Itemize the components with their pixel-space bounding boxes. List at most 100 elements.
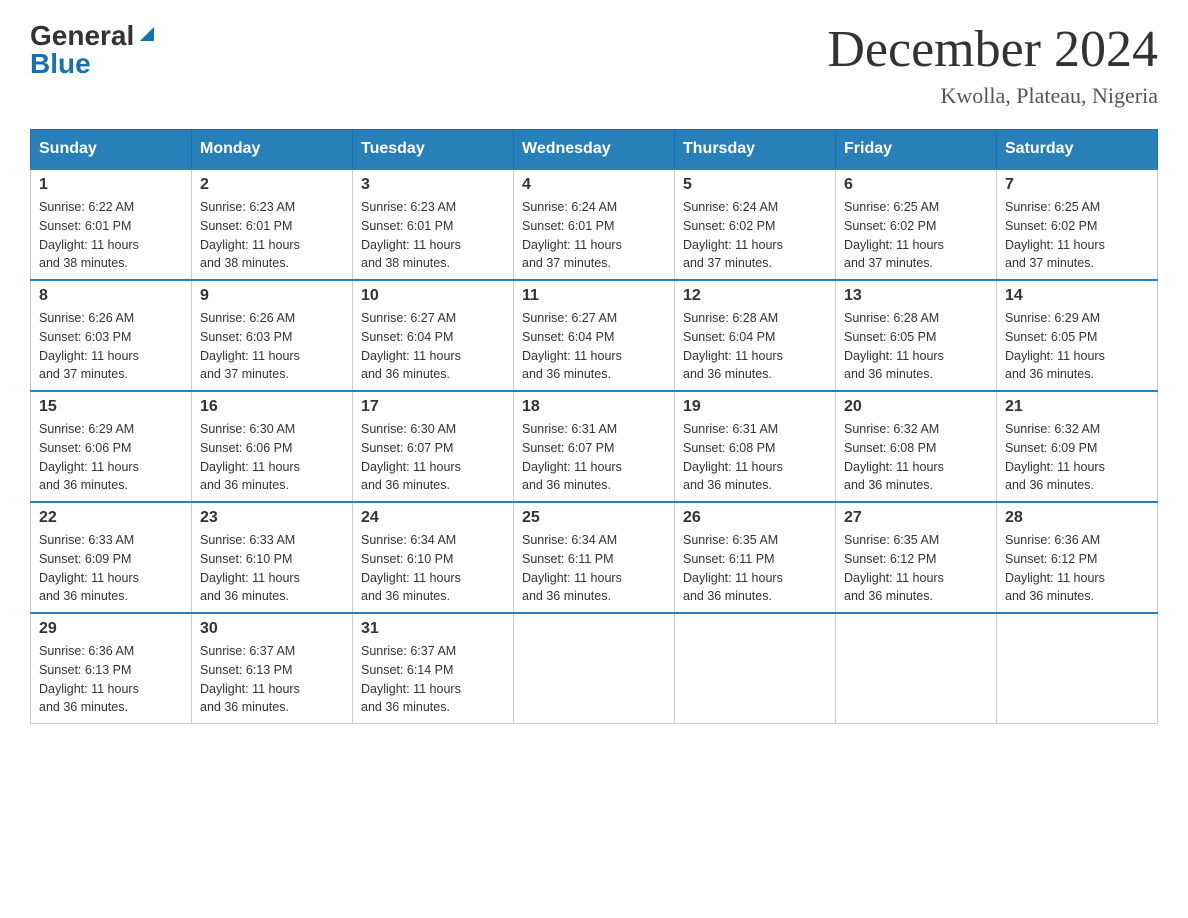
calendar-cell: 30 Sunrise: 6:37 AM Sunset: 6:13 PM Dayl… [192,613,353,724]
day-info: Sunrise: 6:24 AM Sunset: 6:02 PM Dayligh… [683,198,827,273]
day-number: 17 [361,398,505,416]
day-number: 27 [844,509,988,527]
day-info: Sunrise: 6:28 AM Sunset: 6:05 PM Dayligh… [844,309,988,384]
title-block: December 2024 Kwolla, Plateau, Nigeria [827,20,1158,109]
calendar-cell: 27 Sunrise: 6:35 AM Sunset: 6:12 PM Dayl… [836,502,997,613]
day-info: Sunrise: 6:33 AM Sunset: 6:09 PM Dayligh… [39,531,183,606]
day-number: 22 [39,509,183,527]
calendar-cell: 1 Sunrise: 6:22 AM Sunset: 6:01 PM Dayli… [31,169,192,280]
day-info: Sunrise: 6:24 AM Sunset: 6:01 PM Dayligh… [522,198,666,273]
day-number: 20 [844,398,988,416]
calendar-header-row: SundayMondayTuesdayWednesdayThursdayFrid… [31,130,1158,170]
day-info: Sunrise: 6:27 AM Sunset: 6:04 PM Dayligh… [361,309,505,384]
day-number: 10 [361,287,505,305]
calendar-cell: 17 Sunrise: 6:30 AM Sunset: 6:07 PM Dayl… [353,391,514,502]
day-number: 14 [1005,287,1149,305]
calendar-week-row: 22 Sunrise: 6:33 AM Sunset: 6:09 PM Dayl… [31,502,1158,613]
day-number: 2 [200,176,344,194]
day-info: Sunrise: 6:29 AM Sunset: 6:06 PM Dayligh… [39,420,183,495]
day-info: Sunrise: 6:27 AM Sunset: 6:04 PM Dayligh… [522,309,666,384]
day-number: 28 [1005,509,1149,527]
calendar-header-tuesday: Tuesday [353,130,514,170]
calendar-cell: 19 Sunrise: 6:31 AM Sunset: 6:08 PM Dayl… [675,391,836,502]
day-info: Sunrise: 6:26 AM Sunset: 6:03 PM Dayligh… [200,309,344,384]
logo-blue: Blue [30,48,91,80]
day-info: Sunrise: 6:25 AM Sunset: 6:02 PM Dayligh… [844,198,988,273]
day-number: 24 [361,509,505,527]
day-number: 9 [200,287,344,305]
calendar-week-row: 29 Sunrise: 6:36 AM Sunset: 6:13 PM Dayl… [31,613,1158,724]
day-info: Sunrise: 6:34 AM Sunset: 6:11 PM Dayligh… [522,531,666,606]
calendar-cell: 3 Sunrise: 6:23 AM Sunset: 6:01 PM Dayli… [353,169,514,280]
calendar-cell: 29 Sunrise: 6:36 AM Sunset: 6:13 PM Dayl… [31,613,192,724]
day-number: 3 [361,176,505,194]
calendar-cell: 21 Sunrise: 6:32 AM Sunset: 6:09 PM Dayl… [997,391,1158,502]
calendar-header-wednesday: Wednesday [514,130,675,170]
calendar-week-row: 8 Sunrise: 6:26 AM Sunset: 6:03 PM Dayli… [31,280,1158,391]
calendar-cell: 12 Sunrise: 6:28 AM Sunset: 6:04 PM Dayl… [675,280,836,391]
calendar-cell: 26 Sunrise: 6:35 AM Sunset: 6:11 PM Dayl… [675,502,836,613]
day-number: 26 [683,509,827,527]
calendar-cell: 2 Sunrise: 6:23 AM Sunset: 6:01 PM Dayli… [192,169,353,280]
day-number: 1 [39,176,183,194]
logo-triangle-icon [136,23,158,45]
calendar-cell: 23 Sunrise: 6:33 AM Sunset: 6:10 PM Dayl… [192,502,353,613]
calendar-cell [514,613,675,724]
day-info: Sunrise: 6:35 AM Sunset: 6:12 PM Dayligh… [844,531,988,606]
day-number: 30 [200,620,344,638]
calendar-header-monday: Monday [192,130,353,170]
calendar-cell: 25 Sunrise: 6:34 AM Sunset: 6:11 PM Dayl… [514,502,675,613]
day-number: 18 [522,398,666,416]
day-number: 12 [683,287,827,305]
day-number: 8 [39,287,183,305]
day-info: Sunrise: 6:26 AM Sunset: 6:03 PM Dayligh… [39,309,183,384]
calendar-cell: 18 Sunrise: 6:31 AM Sunset: 6:07 PM Dayl… [514,391,675,502]
day-number: 21 [1005,398,1149,416]
calendar-cell: 20 Sunrise: 6:32 AM Sunset: 6:08 PM Dayl… [836,391,997,502]
calendar-header-sunday: Sunday [31,130,192,170]
calendar-cell: 24 Sunrise: 6:34 AM Sunset: 6:10 PM Dayl… [353,502,514,613]
day-number: 29 [39,620,183,638]
calendar-cell: 22 Sunrise: 6:33 AM Sunset: 6:09 PM Dayl… [31,502,192,613]
day-info: Sunrise: 6:30 AM Sunset: 6:06 PM Dayligh… [200,420,344,495]
month-title: December 2024 [827,20,1158,79]
day-number: 19 [683,398,827,416]
location: Kwolla, Plateau, Nigeria [827,83,1158,109]
calendar-cell: 31 Sunrise: 6:37 AM Sunset: 6:14 PM Dayl… [353,613,514,724]
calendar-cell: 15 Sunrise: 6:29 AM Sunset: 6:06 PM Dayl… [31,391,192,502]
calendar-cell: 6 Sunrise: 6:25 AM Sunset: 6:02 PM Dayli… [836,169,997,280]
day-info: Sunrise: 6:36 AM Sunset: 6:13 PM Dayligh… [39,642,183,717]
logo: General Blue [30,20,158,80]
calendar-table: SundayMondayTuesdayWednesdayThursdayFrid… [30,129,1158,724]
calendar-cell: 4 Sunrise: 6:24 AM Sunset: 6:01 PM Dayli… [514,169,675,280]
day-number: 11 [522,287,666,305]
day-info: Sunrise: 6:36 AM Sunset: 6:12 PM Dayligh… [1005,531,1149,606]
calendar-cell: 10 Sunrise: 6:27 AM Sunset: 6:04 PM Dayl… [353,280,514,391]
page-header: General Blue December 2024 Kwolla, Plate… [30,20,1158,109]
calendar-header-thursday: Thursday [675,130,836,170]
day-number: 5 [683,176,827,194]
day-number: 13 [844,287,988,305]
day-info: Sunrise: 6:22 AM Sunset: 6:01 PM Dayligh… [39,198,183,273]
day-info: Sunrise: 6:28 AM Sunset: 6:04 PM Dayligh… [683,309,827,384]
calendar-week-row: 15 Sunrise: 6:29 AM Sunset: 6:06 PM Dayl… [31,391,1158,502]
day-number: 25 [522,509,666,527]
calendar-header-saturday: Saturday [997,130,1158,170]
day-number: 15 [39,398,183,416]
day-number: 7 [1005,176,1149,194]
calendar-cell: 5 Sunrise: 6:24 AM Sunset: 6:02 PM Dayli… [675,169,836,280]
day-number: 31 [361,620,505,638]
calendar-week-row: 1 Sunrise: 6:22 AM Sunset: 6:01 PM Dayli… [31,169,1158,280]
calendar-cell [675,613,836,724]
day-info: Sunrise: 6:31 AM Sunset: 6:07 PM Dayligh… [522,420,666,495]
day-info: Sunrise: 6:32 AM Sunset: 6:09 PM Dayligh… [1005,420,1149,495]
day-info: Sunrise: 6:29 AM Sunset: 6:05 PM Dayligh… [1005,309,1149,384]
calendar-cell [997,613,1158,724]
calendar-cell: 14 Sunrise: 6:29 AM Sunset: 6:05 PM Dayl… [997,280,1158,391]
day-info: Sunrise: 6:35 AM Sunset: 6:11 PM Dayligh… [683,531,827,606]
day-info: Sunrise: 6:37 AM Sunset: 6:14 PM Dayligh… [361,642,505,717]
calendar-cell: 11 Sunrise: 6:27 AM Sunset: 6:04 PM Dayl… [514,280,675,391]
day-info: Sunrise: 6:33 AM Sunset: 6:10 PM Dayligh… [200,531,344,606]
calendar-cell: 28 Sunrise: 6:36 AM Sunset: 6:12 PM Dayl… [997,502,1158,613]
day-info: Sunrise: 6:32 AM Sunset: 6:08 PM Dayligh… [844,420,988,495]
